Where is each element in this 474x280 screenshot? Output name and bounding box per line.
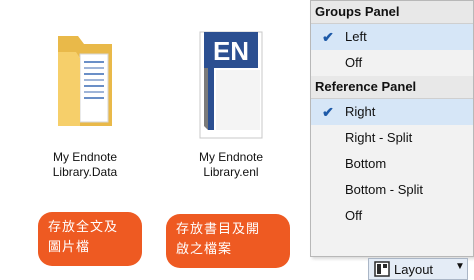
endnote-badge-text: EN (213, 36, 249, 66)
endnote-file-icon: EN (199, 31, 263, 139)
menu-item-groups-left[interactable]: ✔ Left (311, 24, 473, 50)
menu-item-reference-right-split[interactable]: Right - Split (311, 125, 473, 151)
layout-panel-icon (374, 261, 390, 277)
file-name-line1: My Endnote (198, 150, 264, 164)
callout-line2: 圖片檔 (48, 240, 91, 255)
menu-item-reference-off[interactable]: Off (311, 203, 473, 229)
layout-menu: Groups Panel ✔ Left Off Reference Panel … (310, 0, 474, 257)
menu-item-reference-bottom-split[interactable]: Bottom - Split (311, 177, 473, 203)
check-icon: ✔ (322, 104, 334, 120)
dropdown-arrow-icon: ▼ (455, 261, 465, 272)
callout-line1: 存放書目及開 (176, 222, 261, 237)
file-item-data-folder[interactable]: My Endnote Library.Data (30, 30, 140, 180)
folder-icon (58, 36, 112, 126)
check-icon: ✔ (322, 29, 334, 45)
menu-header-reference: Reference Panel (311, 76, 473, 99)
callout-line2: 啟之檔案 (176, 242, 233, 257)
callout-line1: 存放全文及 (48, 220, 119, 235)
callout-data-folder: 存放全文及 圖片檔 (38, 212, 142, 266)
menu-item-groups-off[interactable]: Off (311, 50, 473, 76)
file-name-line2: Library.Data (52, 165, 118, 179)
layout-button[interactable]: Layout ▼ (368, 258, 468, 280)
file-name-line2: Library.enl (203, 165, 259, 179)
callout-enl-library: 存放書目及開 啟之檔案 (166, 214, 290, 268)
menu-item-label: Bottom (345, 156, 387, 171)
menu-item-label: Off (345, 55, 363, 70)
menu-item-label: Right (345, 104, 376, 119)
file-item-enl-library[interactable]: EN My Endnote Library.enl (176, 30, 286, 180)
menu-item-label: Bottom - Split (345, 182, 424, 197)
menu-item-reference-right[interactable]: ✔ Right (311, 99, 473, 125)
menu-item-reference-bottom[interactable]: Bottom (311, 151, 473, 177)
menu-item-label: Left (345, 29, 367, 44)
menu-item-label: Right - Split (345, 130, 413, 145)
file-name-line1: My Endnote (52, 150, 118, 164)
menu-item-label: Off (345, 208, 363, 223)
menu-header-groups: Groups Panel (311, 1, 473, 24)
layout-button-label: Layout (394, 262, 434, 277)
